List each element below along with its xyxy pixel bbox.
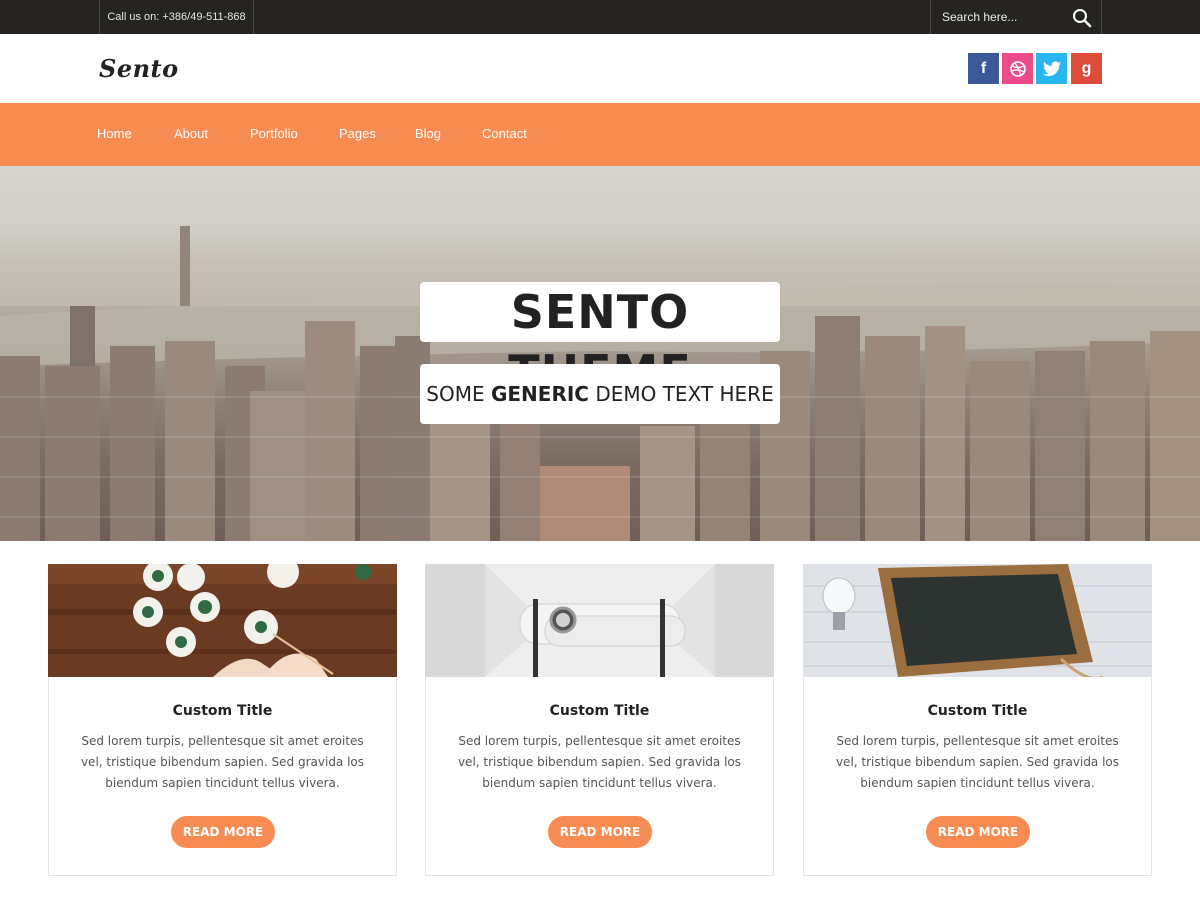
read-more-button[interactable]: READ MORE [171, 816, 275, 848]
card-text: Sed lorem turpis, pellentesque sit amet … [457, 734, 742, 790]
hero-subtitle-bold: GENERIC [490, 382, 589, 406]
hero-subtitle-pre: SOME [426, 382, 491, 406]
read-more-button[interactable]: READ MORE [548, 816, 652, 848]
facebook-icon[interactable]: f [968, 53, 999, 84]
hero-subtitle-post: DEMO TEXT HERE [588, 382, 774, 406]
nav-item-pages[interactable]: Pages [339, 103, 376, 165]
hero-subtitle: SOME GENERIC DEMO TEXT HERE [420, 364, 780, 424]
feature-card: Custom Title Sed lorem turpis, pellentes… [48, 564, 397, 876]
feature-card: Custom Title Sed lorem turpis, pellentes… [803, 564, 1152, 876]
nav-item-about[interactable]: About [174, 103, 208, 165]
card-text: Sed lorem turpis, pellentesque sit amet … [835, 734, 1120, 790]
read-more-button[interactable]: READ MORE [926, 816, 1030, 848]
main-nav: Home About Portfolio Pages Blog Contact [0, 103, 1200, 166]
search-box [930, 0, 1102, 34]
hero-title: SENTO THEME [420, 282, 780, 399]
twitter-icon[interactable] [1036, 53, 1067, 84]
site-logo[interactable]: Sento [99, 54, 179, 83]
card-image-painting [48, 564, 397, 677]
top-bar: Call us on: +386/49-511-868 [0, 0, 1200, 34]
card-title: Custom Title [549, 703, 650, 719]
card-title: Custom Title [172, 703, 273, 719]
hero-banner: SENTO THEME SOME GENERIC DEMO TEXT HERE [0, 166, 1200, 541]
search-icon[interactable] [1071, 7, 1093, 29]
nav-item-blog[interactable]: Blog [415, 103, 441, 165]
card-image-businessman [425, 564, 774, 677]
feature-card: Custom Title Sed lorem turpis, pellentes… [425, 564, 774, 876]
nav-item-portfolio[interactable]: Portfolio [250, 103, 298, 165]
search-input[interactable] [931, 0, 1069, 34]
nav-item-contact[interactable]: Contact [482, 103, 527, 165]
site-header: Sento f g [0, 34, 1200, 103]
nav-item-home[interactable]: Home [97, 103, 132, 165]
card-text: Sed lorem turpis, pellentesque sit amet … [80, 734, 365, 790]
phone-number: Call us on: +386/49-511-868 [99, 0, 254, 34]
card-title: Custom Title [927, 703, 1028, 719]
google-plus-icon[interactable]: g [1071, 53, 1102, 84]
dribbble-icon[interactable] [1002, 53, 1033, 84]
card-image-chalkboard [803, 564, 1152, 677]
